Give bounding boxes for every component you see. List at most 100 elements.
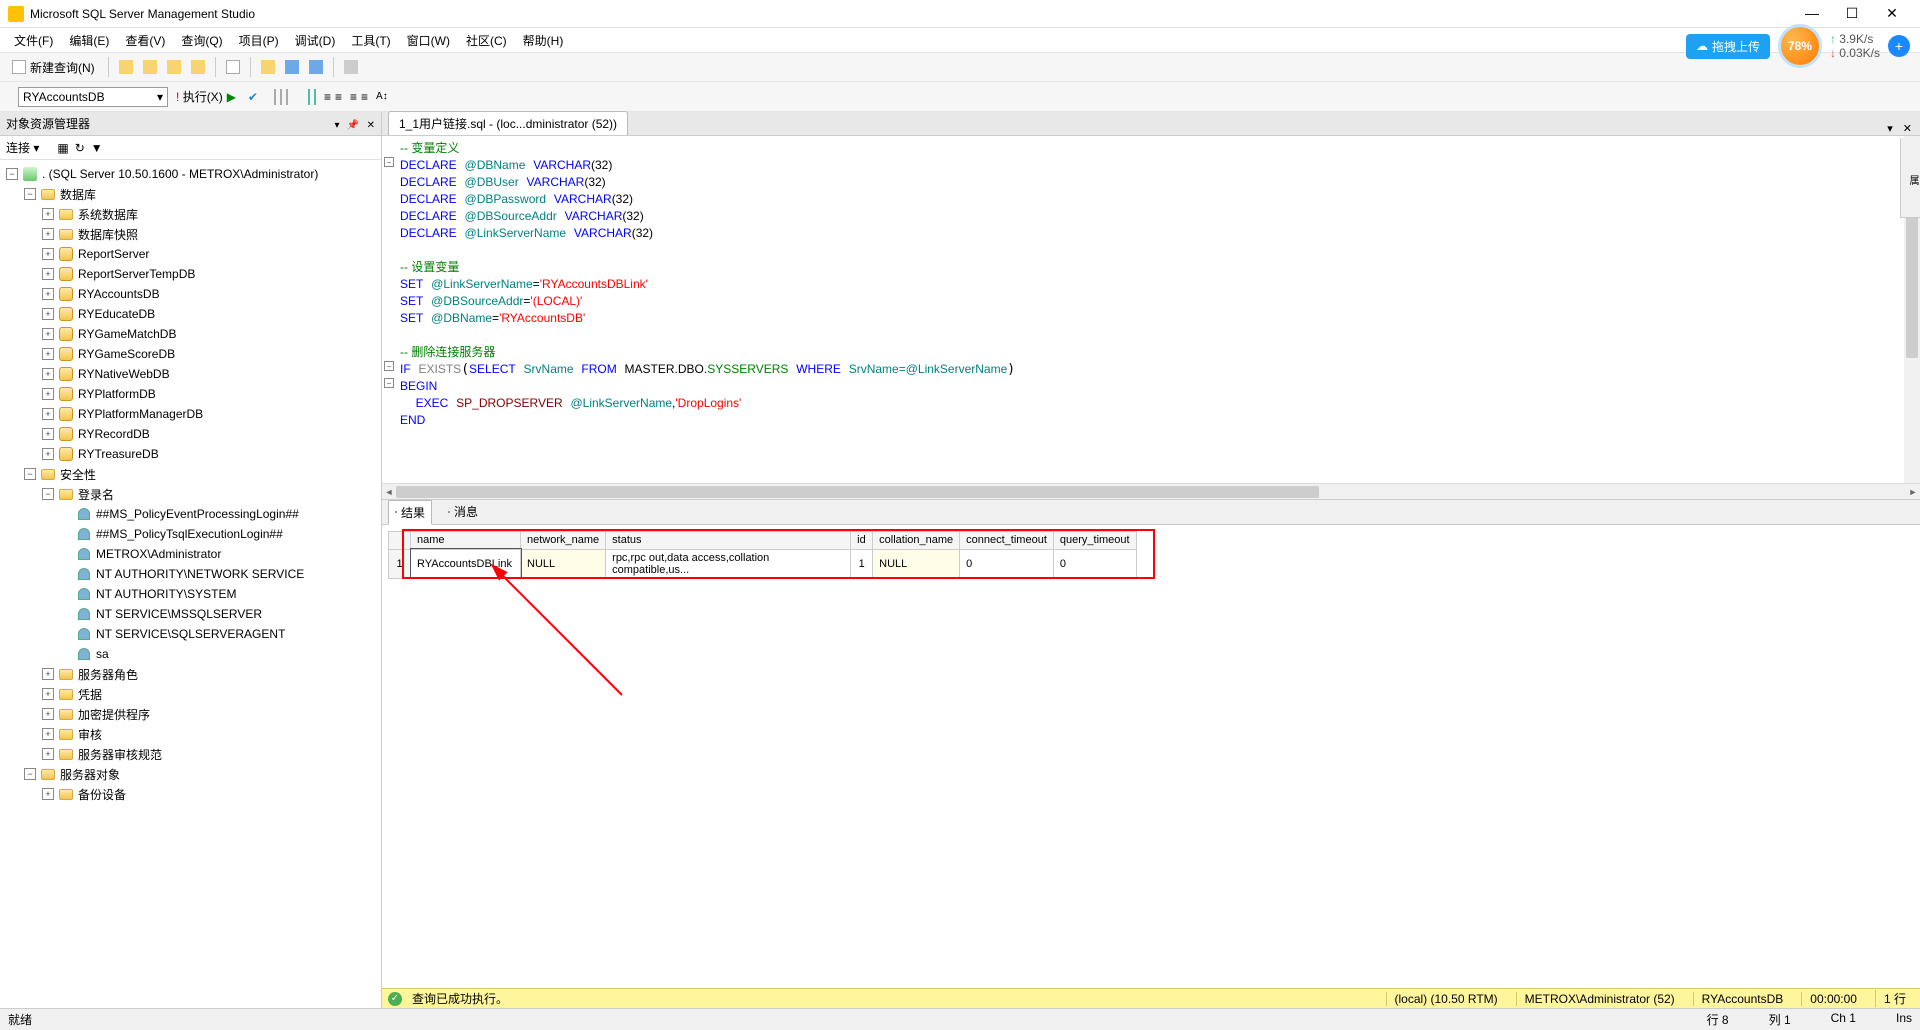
- panel-close-icon[interactable]: ✕: [367, 120, 375, 131]
- maximize-button[interactable]: ☐: [1832, 5, 1872, 22]
- audits-node[interactable]: +审核: [2, 724, 379, 744]
- db-node[interactable]: +RYNativeWebDB: [2, 364, 379, 384]
- tab-close-icon[interactable]: ✕: [1899, 122, 1916, 135]
- scroll-left-icon[interactable]: ◄: [382, 484, 396, 500]
- logins-node[interactable]: −登录名: [2, 484, 379, 504]
- toolbar-icon-9[interactable]: [341, 57, 361, 77]
- system-databases-node[interactable]: +系统数据库: [2, 204, 379, 224]
- column-header[interactable]: name: [411, 531, 521, 549]
- case-icon[interactable]: A↕: [376, 91, 388, 102]
- menu-query[interactable]: 查询(Q): [175, 30, 228, 51]
- cell-status[interactable]: rpc,rpc out,data access,collation compat…: [606, 549, 851, 578]
- server-node[interactable]: −. (SQL Server 10.50.1600 - METROX\Admin…: [2, 164, 379, 184]
- db-node[interactable]: +RYAccountsDB: [2, 284, 379, 304]
- close-button[interactable]: ✕: [1872, 5, 1912, 22]
- crypto-providers-node[interactable]: +加密提供程序: [2, 704, 379, 724]
- column-header[interactable]: network_name: [521, 531, 606, 549]
- connect-dropdown[interactable]: 连接 ▾: [6, 139, 39, 156]
- object-explorer-tree[interactable]: −. (SQL Server 10.50.1600 - METROX\Admin…: [0, 160, 381, 1008]
- results-file-icon[interactable]: [286, 90, 288, 104]
- scrollbar-thumb[interactable]: [396, 486, 1319, 498]
- login-node[interactable]: ##MS_PolicyEventProcessingLogin##: [2, 504, 379, 524]
- scroll-right-icon[interactable]: ►: [1906, 484, 1920, 500]
- toolbar-icon-1[interactable]: [116, 57, 136, 77]
- menu-project[interactable]: 项目(P): [233, 30, 285, 51]
- db-node[interactable]: +RYTreasureDB: [2, 444, 379, 464]
- add-badge[interactable]: +: [1888, 35, 1910, 57]
- server-roles-node[interactable]: +服务器角色: [2, 664, 379, 684]
- login-node[interactable]: NT SERVICE\SQLSERVERAGENT: [2, 624, 379, 644]
- db-snapshots-node[interactable]: +数据库快照: [2, 224, 379, 244]
- backup-devices-node[interactable]: +备份设备: [2, 784, 379, 804]
- panel-dropdown-icon[interactable]: ▾: [334, 120, 339, 131]
- results-data-row[interactable]: 1 RYAccountsDBLink NULL rpc,rpc out,data…: [389, 549, 1137, 578]
- column-header[interactable]: collation_name: [873, 531, 960, 549]
- db-node[interactable]: +RYPlatformDB: [2, 384, 379, 404]
- play-icon[interactable]: ▶: [227, 90, 236, 104]
- document-tab[interactable]: 1_1用户链接.sql - (loc...dministrator (52)): [388, 111, 628, 135]
- results-text-icon[interactable]: [280, 90, 282, 104]
- editor-horizontal-scrollbar[interactable]: ◄ ►: [382, 483, 1920, 499]
- db-node[interactable]: +ReportServer: [2, 244, 379, 264]
- indent-icon[interactable]: ≡: [324, 90, 331, 104]
- messages-tab[interactable]: 消息: [442, 500, 484, 523]
- new-query-button[interactable]: 新建查询(N): [6, 57, 101, 78]
- db-node[interactable]: +ReportServerTempDB: [2, 264, 379, 284]
- databases-node[interactable]: −数据库: [2, 184, 379, 204]
- login-node[interactable]: ##MS_PolicyTsqlExecutionLogin##: [2, 524, 379, 544]
- login-node[interactable]: sa: [2, 644, 379, 664]
- column-header[interactable]: status: [606, 531, 851, 549]
- db-node[interactable]: +RYEducateDB: [2, 304, 379, 324]
- menu-community[interactable]: 社区(C): [460, 30, 513, 51]
- fold-box-icon[interactable]: −: [384, 361, 394, 371]
- login-node[interactable]: NT SERVICE\MSSQLSERVER: [2, 604, 379, 624]
- cell-connect-timeout[interactable]: 0: [960, 549, 1054, 578]
- cell-network-name[interactable]: NULL: [521, 549, 606, 578]
- uncomment-icon[interactable]: ≡: [361, 90, 368, 104]
- db-node[interactable]: +RYRecordDB: [2, 424, 379, 444]
- db-node[interactable]: +RYPlatformManagerDB: [2, 404, 379, 424]
- db-node[interactable]: +RYGameScoreDB: [2, 344, 379, 364]
- fold-box-icon[interactable]: −: [384, 157, 394, 167]
- menu-view[interactable]: 查看(V): [119, 30, 171, 51]
- security-node[interactable]: −安全性: [2, 464, 379, 484]
- menu-debug[interactable]: 调试(D): [289, 30, 342, 51]
- save-icon[interactable]: [282, 57, 302, 77]
- save-all-icon[interactable]: [306, 57, 326, 77]
- sql-editor[interactable]: − − − -- 变量定义 DECLARE @DBName VARCHAR(32…: [382, 136, 1920, 483]
- comment-icon[interactable]: ≡: [350, 90, 357, 104]
- toolbar-icon-3[interactable]: [164, 57, 184, 77]
- column-header[interactable]: id: [851, 531, 873, 549]
- parse-icon[interactable]: ✔: [248, 90, 258, 104]
- toolbar-icon-2[interactable]: [140, 57, 160, 77]
- open-icon[interactable]: [258, 57, 278, 77]
- toolbar-icon-5[interactable]: [223, 57, 243, 77]
- credentials-node[interactable]: +凭据: [2, 684, 379, 704]
- server-audit-specs-node[interactable]: +服务器审核规范: [2, 744, 379, 764]
- menu-edit[interactable]: 编辑(E): [63, 30, 115, 51]
- oe-icon-3[interactable]: ▦: [57, 141, 68, 155]
- oe-filter-icon[interactable]: ▼: [91, 141, 103, 155]
- login-node[interactable]: METROX\Administrator: [2, 544, 379, 564]
- results-grid-icon[interactable]: [274, 90, 276, 104]
- oe-refresh-icon[interactable]: ↻: [75, 141, 85, 155]
- cell-id[interactable]: 1: [851, 549, 873, 578]
- editor-content[interactable]: -- 变量定义 DECLARE @DBName VARCHAR(32) DECL…: [382, 136, 1920, 433]
- database-combobox[interactable]: RYAccountsDB ▾: [18, 87, 168, 107]
- column-header[interactable]: query_timeout: [1053, 531, 1136, 549]
- execute-button[interactable]: ! 执行(X): [176, 88, 223, 105]
- cell-collation[interactable]: NULL: [873, 549, 960, 578]
- outdent-icon[interactable]: ≡: [335, 90, 342, 104]
- login-node[interactable]: NT AUTHORITY\NETWORK SERVICE: [2, 564, 379, 584]
- panel-pin-icon[interactable]: 📌: [347, 120, 359, 131]
- toolbar-icon-4[interactable]: [188, 57, 208, 77]
- properties-collapsed-panel[interactable]: 属: [1900, 138, 1920, 218]
- percent-badge[interactable]: 78%: [1778, 24, 1822, 68]
- menu-tools[interactable]: 工具(T): [345, 30, 396, 51]
- menu-window[interactable]: 窗口(W): [401, 30, 456, 51]
- column-header[interactable]: connect_timeout: [960, 531, 1054, 549]
- toolbar2-icon-c4[interactable]: [308, 90, 310, 104]
- results-grid[interactable]: name network_name status id collation_na…: [388, 531, 1137, 579]
- menu-help[interactable]: 帮助(H): [517, 30, 570, 51]
- results-tab[interactable]: 结果: [388, 500, 432, 525]
